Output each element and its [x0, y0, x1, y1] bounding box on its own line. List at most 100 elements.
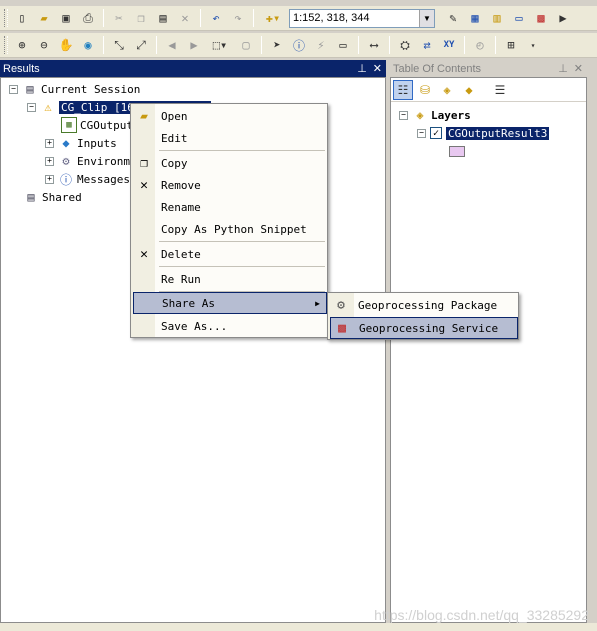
geoprocessing-package-icon: ⚙ [337, 297, 345, 313]
expand-icon[interactable]: + [45, 138, 54, 148]
map-scale-combobox[interactable]: 1:152, 318, 344 ▼ [289, 8, 435, 28]
menu-item-rerun[interactable]: Re Run [133, 268, 325, 290]
menu-item-remove[interactable]: ✕ Remove [133, 174, 325, 196]
toc-node-layers[interactable]: − ◈ Layers [399, 106, 471, 124]
toolbar-grip[interactable] [4, 36, 8, 54]
measure-icon[interactable]: ⟷ [364, 35, 384, 55]
menu-item-share-as[interactable]: Share As ▶ [133, 292, 327, 314]
chevron-down-icon[interactable]: ▼ [419, 9, 434, 27]
tree-node-inputs[interactable]: + ◆ Inputs [45, 134, 117, 152]
hyperlink-icon[interactable]: ⚡ [311, 35, 331, 55]
menu-item-label: Geoprocessing Package [358, 298, 498, 312]
menu-item-copy-python-snippet[interactable]: Copy As Python Snippet [133, 218, 325, 240]
tree-node-messages[interactable]: + ⓘ Messages [45, 170, 130, 188]
python-window-icon[interactable]: ▶ [553, 8, 573, 28]
remove-x-icon: ✕ [140, 177, 148, 193]
tree-node-environments[interactable]: + ⚙ Environm [45, 152, 130, 170]
open-folder-icon[interactable]: ▰ [34, 8, 54, 28]
fixed-zoom-in-icon[interactable]: ⤡ [109, 35, 129, 55]
pan-icon[interactable]: ✋ [56, 35, 76, 55]
zoom-in-icon[interactable]: ⊕ [12, 35, 32, 55]
list-by-source-icon[interactable]: ⛁ [415, 80, 435, 100]
tree-node-shared[interactable]: ▤ Shared [23, 188, 82, 206]
menu-separator [159, 150, 325, 151]
toc-node-layer[interactable]: − ✓ CGOutputResult3 [417, 124, 550, 142]
toc-toolbar: ☷ ⛁ ◈ ◆ ☰ [391, 78, 586, 102]
full-extent-icon[interactable]: ◉ [78, 35, 98, 55]
undo-icon[interactable]: ↶ [206, 8, 226, 28]
toolbar-options-icon[interactable]: ▾ [523, 35, 543, 55]
create-viewer-window-icon[interactable]: ⊞ [501, 35, 521, 55]
toc-options-icon[interactable]: ☰ [490, 80, 510, 100]
time-slider-icon[interactable]: ◴ [470, 35, 490, 55]
tree-node-output[interactable]: ▦ CGOutput [61, 116, 133, 134]
pin-icon[interactable]: ⊥ [357, 62, 367, 75]
identify-icon[interactable]: ⓘ [289, 35, 309, 55]
collapse-icon[interactable]: − [399, 110, 408, 120]
catalog-icon[interactable]: ▥ [487, 8, 507, 28]
menu-item-edit[interactable]: Edit [133, 127, 325, 149]
watermark-text: https://blog.csdn.net/qq_33285292 [374, 607, 589, 623]
fixed-zoom-out-icon[interactable]: ⤢ [131, 35, 151, 55]
delete-x-icon: ✕ [140, 246, 148, 262]
menu-item-open[interactable]: ▰ Open [133, 105, 325, 127]
select-elements-icon[interactable]: ➤ [267, 35, 287, 55]
tree-node-current-session[interactable]: − ▤ Current Session [9, 80, 140, 98]
new-document-icon[interactable]: ▯ [12, 8, 32, 28]
menu-item-label: Save As... [161, 319, 228, 333]
toolbar-grip[interactable] [4, 9, 8, 27]
layer-visibility-checkbox[interactable]: ✓ [430, 127, 442, 139]
list-by-selection-icon[interactable]: ◆ [459, 80, 479, 100]
list-by-visibility-icon[interactable]: ◈ [437, 80, 457, 100]
save-icon[interactable]: ▣ [56, 8, 76, 28]
collapse-icon[interactable]: − [27, 102, 36, 112]
close-icon[interactable]: ✕ [373, 62, 382, 75]
delete-icon[interactable]: ✕ [175, 8, 195, 28]
arctoolbox-icon[interactable]: ▩ [531, 8, 551, 28]
menu-item-rename[interactable]: Rename [133, 196, 325, 218]
paste-icon[interactable]: ▤ [153, 8, 173, 28]
zoom-out-icon[interactable]: ⊖ [34, 35, 54, 55]
html-popup-icon[interactable]: ▭ [333, 35, 353, 55]
forward-extent-icon[interactable]: ▶ [184, 35, 204, 55]
print-icon[interactable]: ⎙ [78, 8, 98, 28]
select-features-icon[interactable]: ⬚▾ [206, 35, 234, 55]
menu-item-save-as[interactable]: Save As... [133, 315, 325, 337]
share-as-submenu: ⚙ Geoprocessing Package ▩ Geoprocessing … [327, 292, 519, 340]
toolbar-separator [103, 36, 104, 54]
back-extent-icon[interactable]: ◀ [162, 35, 182, 55]
find-binoculars-icon[interactable]: ⛭ [395, 35, 415, 55]
toc-panel-titlebar[interactable]: Table Of Contents ⊥ ✕ [390, 60, 587, 77]
search-window-icon[interactable]: ▭ [509, 8, 529, 28]
collapse-icon[interactable]: − [9, 84, 18, 94]
list-by-drawing-order-icon[interactable]: ☷ [393, 79, 413, 100]
layer-symbol-swatch[interactable] [449, 145, 465, 157]
editor-toolbar-icon[interactable]: ✎ [443, 8, 463, 28]
redo-icon[interactable]: ↷ [228, 8, 248, 28]
tree-label: Messages [77, 172, 130, 186]
menu-item-geoprocessing-package[interactable]: ⚙ Geoprocessing Package [330, 294, 516, 316]
toolbar-separator [358, 36, 359, 54]
close-icon[interactable]: ✕ [574, 62, 583, 75]
go-to-xy-icon[interactable]: XY [439, 35, 459, 55]
toolbar-separator [495, 36, 496, 54]
menu-item-copy[interactable]: ❐ Copy [133, 152, 325, 174]
tree-label: Shared [42, 190, 82, 204]
menu-item-label: Geoprocessing Service [359, 321, 499, 335]
copy-icon[interactable]: ❐ [131, 8, 151, 28]
cut-icon[interactable]: ✂ [109, 8, 129, 28]
clear-selection-icon[interactable]: ▢ [236, 35, 256, 55]
table-of-contents-icon[interactable]: ▦ [465, 8, 485, 28]
session-icon: ▤ [26, 82, 34, 96]
menu-item-delete[interactable]: ✕ Delete [133, 243, 325, 265]
toc-layer-symbol[interactable] [449, 142, 465, 160]
collapse-icon[interactable]: − [417, 128, 426, 138]
menu-item-geoprocessing-service[interactable]: ▩ Geoprocessing Service [330, 317, 518, 339]
find-route-icon[interactable]: ⇄ [417, 35, 437, 55]
expand-icon[interactable]: + [45, 156, 54, 166]
status-strip [0, 623, 597, 631]
results-panel-titlebar[interactable]: Results ⊥ ✕ [0, 60, 386, 77]
expand-icon[interactable]: + [45, 174, 54, 184]
add-data-icon[interactable]: ✚▾ [259, 8, 287, 28]
pin-icon[interactable]: ⊥ [558, 62, 568, 75]
